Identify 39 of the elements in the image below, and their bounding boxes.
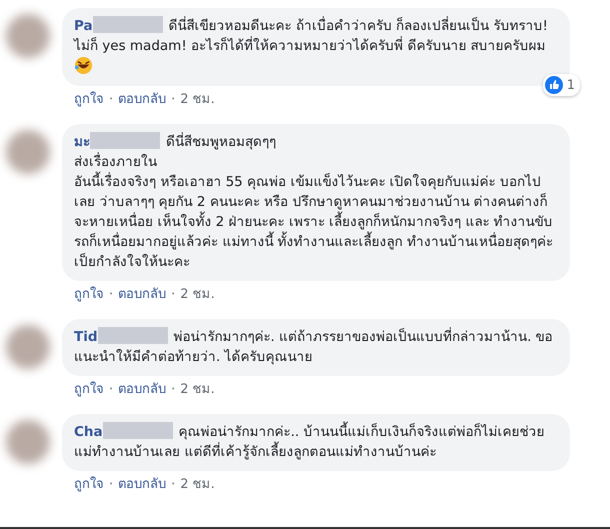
separator-dot: · [171, 286, 176, 304]
comment-text: มะ ดีนี่สีชมพูหอมสุดๆๆ ส่งเรื่องภายใน อันนี้เรื่องจริงๆ หรือเอาฮา 55 คุณพ่อ เข้มแข็งไว้นะคะ เปิดใจคุยกับแม่ค่ะ บอกไปเลย ว่าบลาๆๆ คุยกัน 2 คนนะคะ หรือ ปรึกษาดูหาคนมาช่วยงานบ้าน ต่างคนต่างก็จะหายเหนื่อย เห็นใจทั้ง 2 ฝ่ายนะคะ เพราะ เลี้ยงลูกก็หนักมากจริงๆ และ ทำงานขับรถก็เหนื่อยมากอยู่แล้วค่ะ แม่ทางนี้ ทั้งทำงานและเลี้ยงลูก ทำงานบ้านเหนื่อยสุดๆค่ะ เป็ยกำลังใจให้นะคะ [74, 132, 554, 272]
action-link[interactable]: ถูกใจ [74, 91, 104, 109]
timestamp[interactable]: 2 ชม. [180, 381, 215, 399]
redaction-bar [98, 327, 168, 344]
timestamp[interactable]: 2 ชม. [180, 476, 215, 494]
redaction-bar [102, 422, 173, 439]
separator-dot: · [171, 91, 176, 109]
timestamp[interactable]: 2 ชม. [180, 91, 215, 109]
avatar[interactable] [6, 130, 50, 174]
comment-text: Tid พ่อน่ารักมากๆค่ะ. แต่ถ้าภรรยาของพ่อเป็นแบบที่กล่าวมาน้าน. ขอแนะนำให้มีคำต่อท้ายว่า. ได้ครับคุณนาย [74, 327, 554, 367]
commenter-name[interactable]: Pa [74, 18, 93, 34]
action-link[interactable]: ตอบกลับ [118, 91, 166, 109]
timestamp[interactable]: 2 ชม. [180, 286, 215, 304]
separator-dot: · [171, 381, 176, 399]
action-link[interactable]: ตอบกลับ [118, 476, 166, 494]
thumbs-up-icon [544, 76, 563, 94]
action-link[interactable]: ถูกใจ [74, 476, 104, 494]
avatar[interactable] [6, 14, 50, 58]
avatar[interactable] [6, 325, 50, 369]
separator-dot: · [171, 476, 176, 494]
avatar[interactable] [6, 420, 50, 464]
reaction-badge[interactable]: 1 [542, 74, 580, 96]
commenter-name[interactable]: Cha [74, 424, 103, 440]
commenter-name[interactable]: Tid [74, 329, 98, 345]
separator-dot: · [109, 91, 114, 109]
redaction-bar [92, 16, 163, 33]
reaction-count: 1 [566, 78, 575, 92]
separator-dot: · [109, 476, 114, 494]
comment-text: Cha คุณพ่อน่ารักมากค่ะ.. บ้านนนี้แม่เก็บเงินก็จริงแต่พ่อก็ไม่เคยช่วยแม่ทำงานบ้านเลย แต่ดีที่เค้ารู้จักเลี้ยงลูกตอนแม่ทำงานบ้านค่ะ [74, 422, 556, 462]
commenter-name[interactable]: มะ [74, 134, 90, 150]
action-link[interactable]: ตอบกลับ [118, 381, 166, 399]
comment-text: Pa ดีนี่สีเขียวหอมดีนะคะ ถ้าเบื่อคำว่าครับ ก็ลองเปลี่ยนเป็น รับทราบ! ไม่ก็ yes madam! อะไรก็ได้ที่ให้ความหมายว่าได้ครับพี่ ดีครับนาย สบายครับผม [74, 16, 556, 77]
action-link[interactable]: ตอบกลับ [118, 286, 166, 304]
separator-dot: · [109, 286, 114, 304]
separator-dot: · [109, 381, 114, 399]
redaction-bar [90, 132, 160, 149]
action-link[interactable]: ถูกใจ [74, 286, 104, 304]
action-link[interactable]: ถูกใจ [74, 381, 104, 399]
